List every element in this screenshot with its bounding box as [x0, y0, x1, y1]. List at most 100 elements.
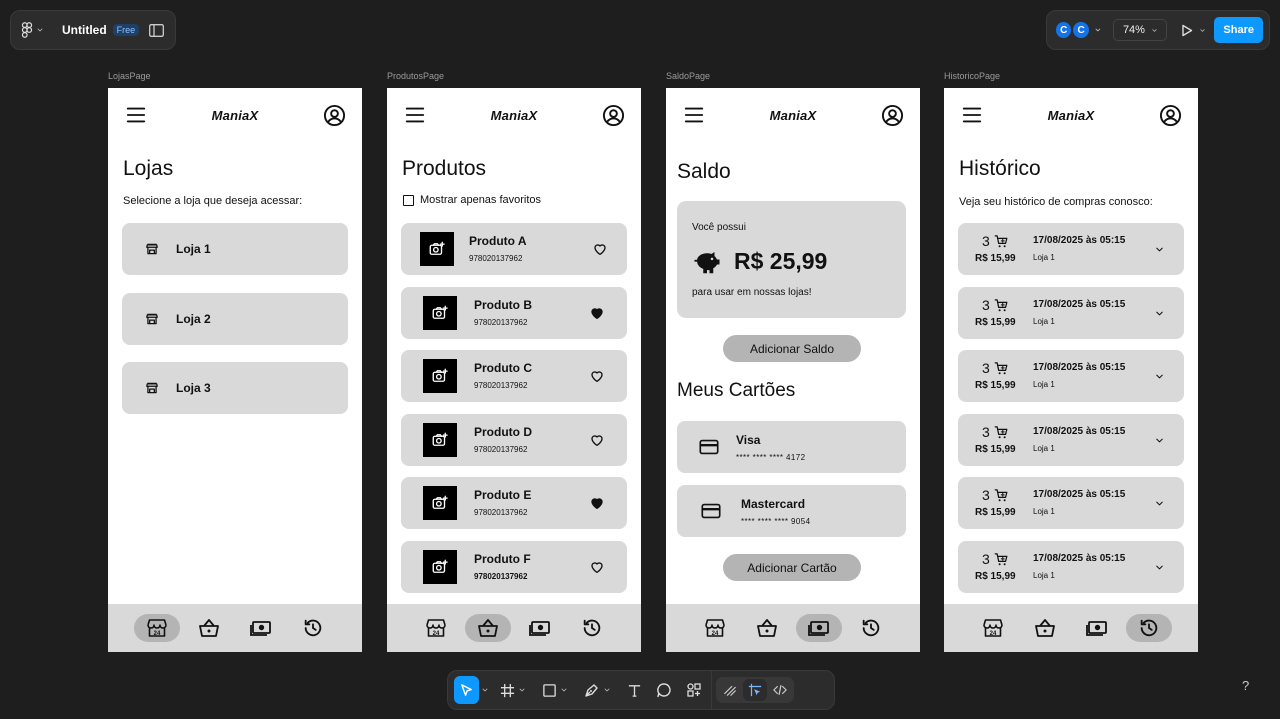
product-card[interactable]: Produto D 978020137962	[401, 414, 627, 466]
nav-balance[interactable]	[517, 614, 563, 642]
payment-card[interactable]: Mastercard **** **** **** 9054	[677, 485, 906, 537]
menu-icon[interactable]	[404, 104, 426, 126]
history-icon	[860, 617, 882, 639]
favorite-outline-icon[interactable]	[589, 368, 605, 384]
chevron-down-icon[interactable]	[1154, 562, 1165, 573]
product-card[interactable]: Produto C 978020137962	[401, 350, 627, 402]
dev-mode-button[interactable]	[768, 679, 792, 701]
move-tool[interactable]	[454, 676, 479, 704]
nav-products[interactable]	[1022, 614, 1068, 642]
chevron-down-icon[interactable]	[481, 686, 489, 694]
store-icon	[145, 312, 159, 326]
app-header: ManiaX	[944, 88, 1198, 142]
shape-tool[interactable]	[537, 676, 573, 704]
chevron-down-icon[interactable]	[1094, 26, 1102, 34]
product-card[interactable]: Produto B 978020137962	[401, 287, 627, 339]
design-mode-button[interactable]	[743, 679, 767, 701]
store-icon	[981, 616, 1005, 640]
add-balance-button[interactable]: Adicionar Saldo	[723, 335, 861, 362]
chevron-down-icon[interactable]	[1154, 244, 1165, 255]
nav-history[interactable]	[1126, 614, 1172, 642]
chevron-down-icon[interactable]	[1154, 498, 1165, 509]
frame-icon	[500, 683, 515, 697]
purchase-store: Loja 1	[1033, 507, 1055, 516]
avatar[interactable]: C	[1055, 21, 1073, 39]
nav-history[interactable]	[848, 614, 894, 642]
history-entry[interactable]: 3 R$ 15,99 17/08/2025 às 05:15 Loja 1	[958, 350, 1184, 402]
favorite-filled-icon[interactable]	[589, 495, 605, 511]
chevron-down-icon[interactable]	[1154, 371, 1165, 382]
nav-stores[interactable]	[134, 614, 180, 642]
nav-balance[interactable]	[1074, 614, 1120, 642]
favorite-filled-icon[interactable]	[589, 305, 605, 321]
store-name: Loja 3	[176, 381, 211, 395]
history-entry[interactable]: 3 R$ 15,99 17/08/2025 às 05:15 Loja 1	[958, 477, 1184, 529]
payment-card[interactable]: Visa **** **** **** 4172	[677, 421, 906, 473]
frame-label-produtos[interactable]: ProdutosPage	[387, 71, 444, 81]
favorite-outline-icon[interactable]	[589, 432, 605, 448]
add-card-button[interactable]: Adicionar Cartão	[723, 554, 861, 581]
main-menu-button[interactable]	[21, 22, 44, 38]
nav-stores[interactable]	[692, 614, 738, 642]
account-icon[interactable]	[1159, 104, 1182, 127]
avatar[interactable]: C	[1072, 21, 1090, 39]
menu-icon[interactable]	[961, 104, 983, 126]
present-button[interactable]	[1181, 24, 1206, 37]
store-card[interactable]: Loja 3	[122, 362, 348, 414]
product-name: Produto A	[469, 234, 527, 248]
account-icon[interactable]	[881, 104, 904, 127]
actions-tool[interactable]	[681, 676, 707, 704]
menu-icon[interactable]	[683, 104, 705, 126]
comment-tool[interactable]	[651, 676, 677, 704]
favorites-checkbox[interactable]	[403, 194, 414, 206]
favorites-filter[interactable]: Mostrar apenas favoritos	[403, 194, 541, 206]
bottom-nav	[666, 604, 920, 652]
frame-tool[interactable]	[495, 676, 531, 704]
product-code: 978020137962	[474, 508, 528, 517]
share-button[interactable]: Share	[1214, 17, 1263, 43]
history-entry[interactable]: 3 R$ 15,99 17/08/2025 às 05:15 Loja 1	[958, 414, 1184, 466]
nav-history[interactable]	[569, 614, 615, 642]
nav-products[interactable]	[744, 614, 790, 642]
account-icon[interactable]	[602, 104, 625, 127]
file-title[interactable]: Untitled	[62, 23, 107, 37]
toggle-sidebar-button[interactable]	[149, 23, 165, 37]
chevron-down-icon[interactable]	[1154, 308, 1165, 319]
nav-stores[interactable]	[413, 614, 459, 642]
chevron-down-icon[interactable]	[1154, 435, 1165, 446]
nav-balance[interactable]	[238, 614, 284, 642]
history-entry[interactable]: 3 R$ 15,99 17/08/2025 às 05:15 Loja 1	[958, 541, 1184, 593]
nav-products[interactable]	[186, 614, 232, 642]
help-button[interactable]: ?	[1242, 678, 1249, 693]
favorite-outline-icon[interactable]	[589, 559, 605, 575]
nav-history[interactable]	[290, 614, 336, 642]
store-card[interactable]: Loja 1	[122, 223, 348, 275]
purchase-price: R$ 15,99	[975, 444, 1016, 455]
frame-label-saldo[interactable]: SaldoPage	[666, 71, 710, 81]
draw-mode-button[interactable]	[718, 679, 742, 701]
store-card[interactable]: Loja 2	[122, 293, 348, 345]
frame-label-historico[interactable]: HistoricoPage	[944, 71, 1000, 81]
cart-icon	[994, 298, 1009, 313]
favorite-outline-icon[interactable]	[592, 241, 608, 257]
money-icon	[806, 616, 832, 640]
product-card[interactable]: Produto E 978020137962	[401, 477, 627, 529]
zoom-dropdown[interactable]: 74%	[1113, 19, 1168, 41]
basket-icon	[476, 616, 500, 640]
pen-tool[interactable]	[579, 676, 616, 704]
account-icon[interactable]	[323, 104, 346, 127]
product-card[interactable]: Produto F 978020137962	[401, 541, 627, 593]
purchase-date: 17/08/2025 às 05:15	[1033, 299, 1126, 310]
nav-products[interactable]	[465, 614, 511, 642]
nav-stores[interactable]	[970, 614, 1016, 642]
favorites-filter-label: Mostrar apenas favoritos	[420, 194, 542, 206]
history-entry[interactable]: 3 R$ 15,99 17/08/2025 às 05:15 Loja 1	[958, 287, 1184, 339]
nav-balance[interactable]	[796, 614, 842, 642]
file-menu-bar: Untitled Free	[10, 10, 176, 50]
frame-label-lojas[interactable]: LojasPage	[108, 71, 151, 81]
menu-icon[interactable]	[125, 104, 147, 126]
text-tool[interactable]	[622, 676, 647, 704]
product-card[interactable]: Produto A 978020137962	[401, 223, 627, 275]
history-entry[interactable]: 3 R$ 15,99 17/08/2025 às 05:15 Loja 1	[958, 223, 1184, 275]
product-code: 978020137962	[469, 254, 523, 263]
